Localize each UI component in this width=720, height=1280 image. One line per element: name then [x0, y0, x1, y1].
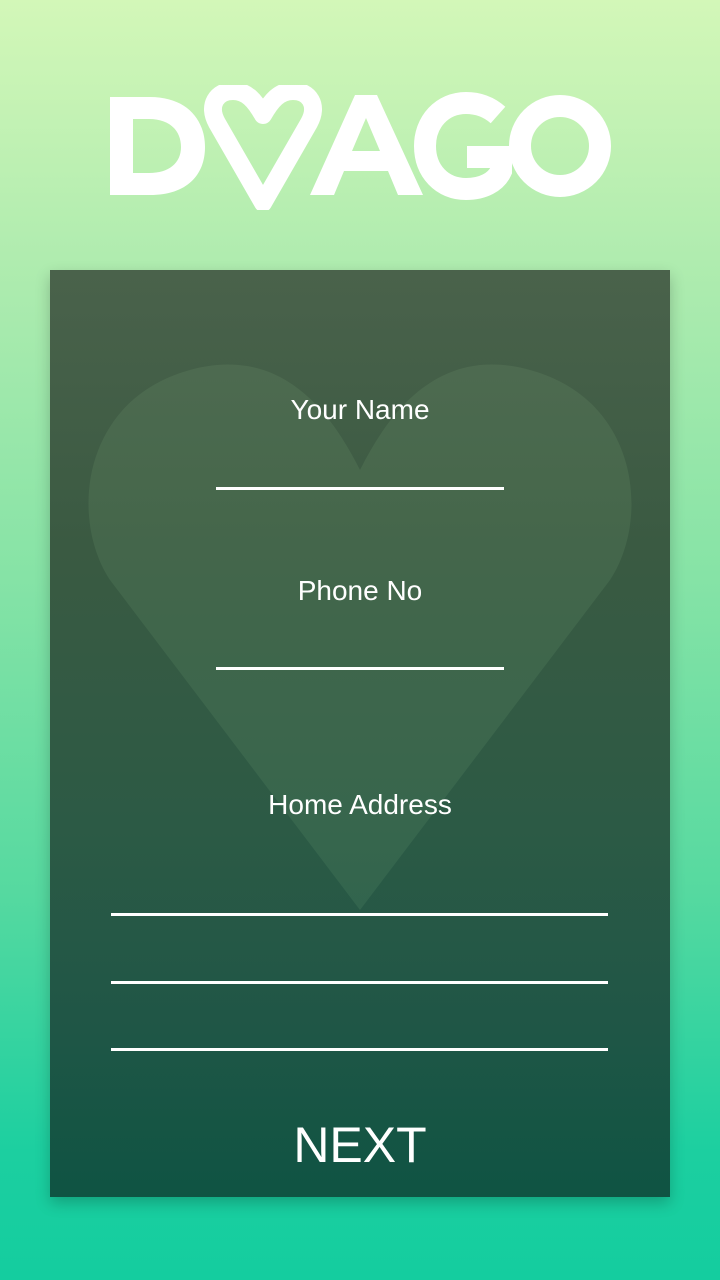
name-label: Your Name: [290, 394, 430, 425]
registration-card: Your Name Phone No Home Address NEXT: [50, 270, 670, 1197]
address-label: Home Address: [268, 789, 452, 820]
address-line-2-input[interactable]: [111, 944, 608, 984]
address-line-3-input[interactable]: [111, 1011, 608, 1051]
phone-label: Phone No: [297, 575, 423, 606]
next-button[interactable]: NEXT: [235, 1110, 485, 1180]
phone-input[interactable]: [216, 630, 504, 670]
name-input[interactable]: [216, 450, 504, 490]
dvago-logo: [110, 85, 611, 210]
address-line-1-input[interactable]: [111, 876, 608, 916]
